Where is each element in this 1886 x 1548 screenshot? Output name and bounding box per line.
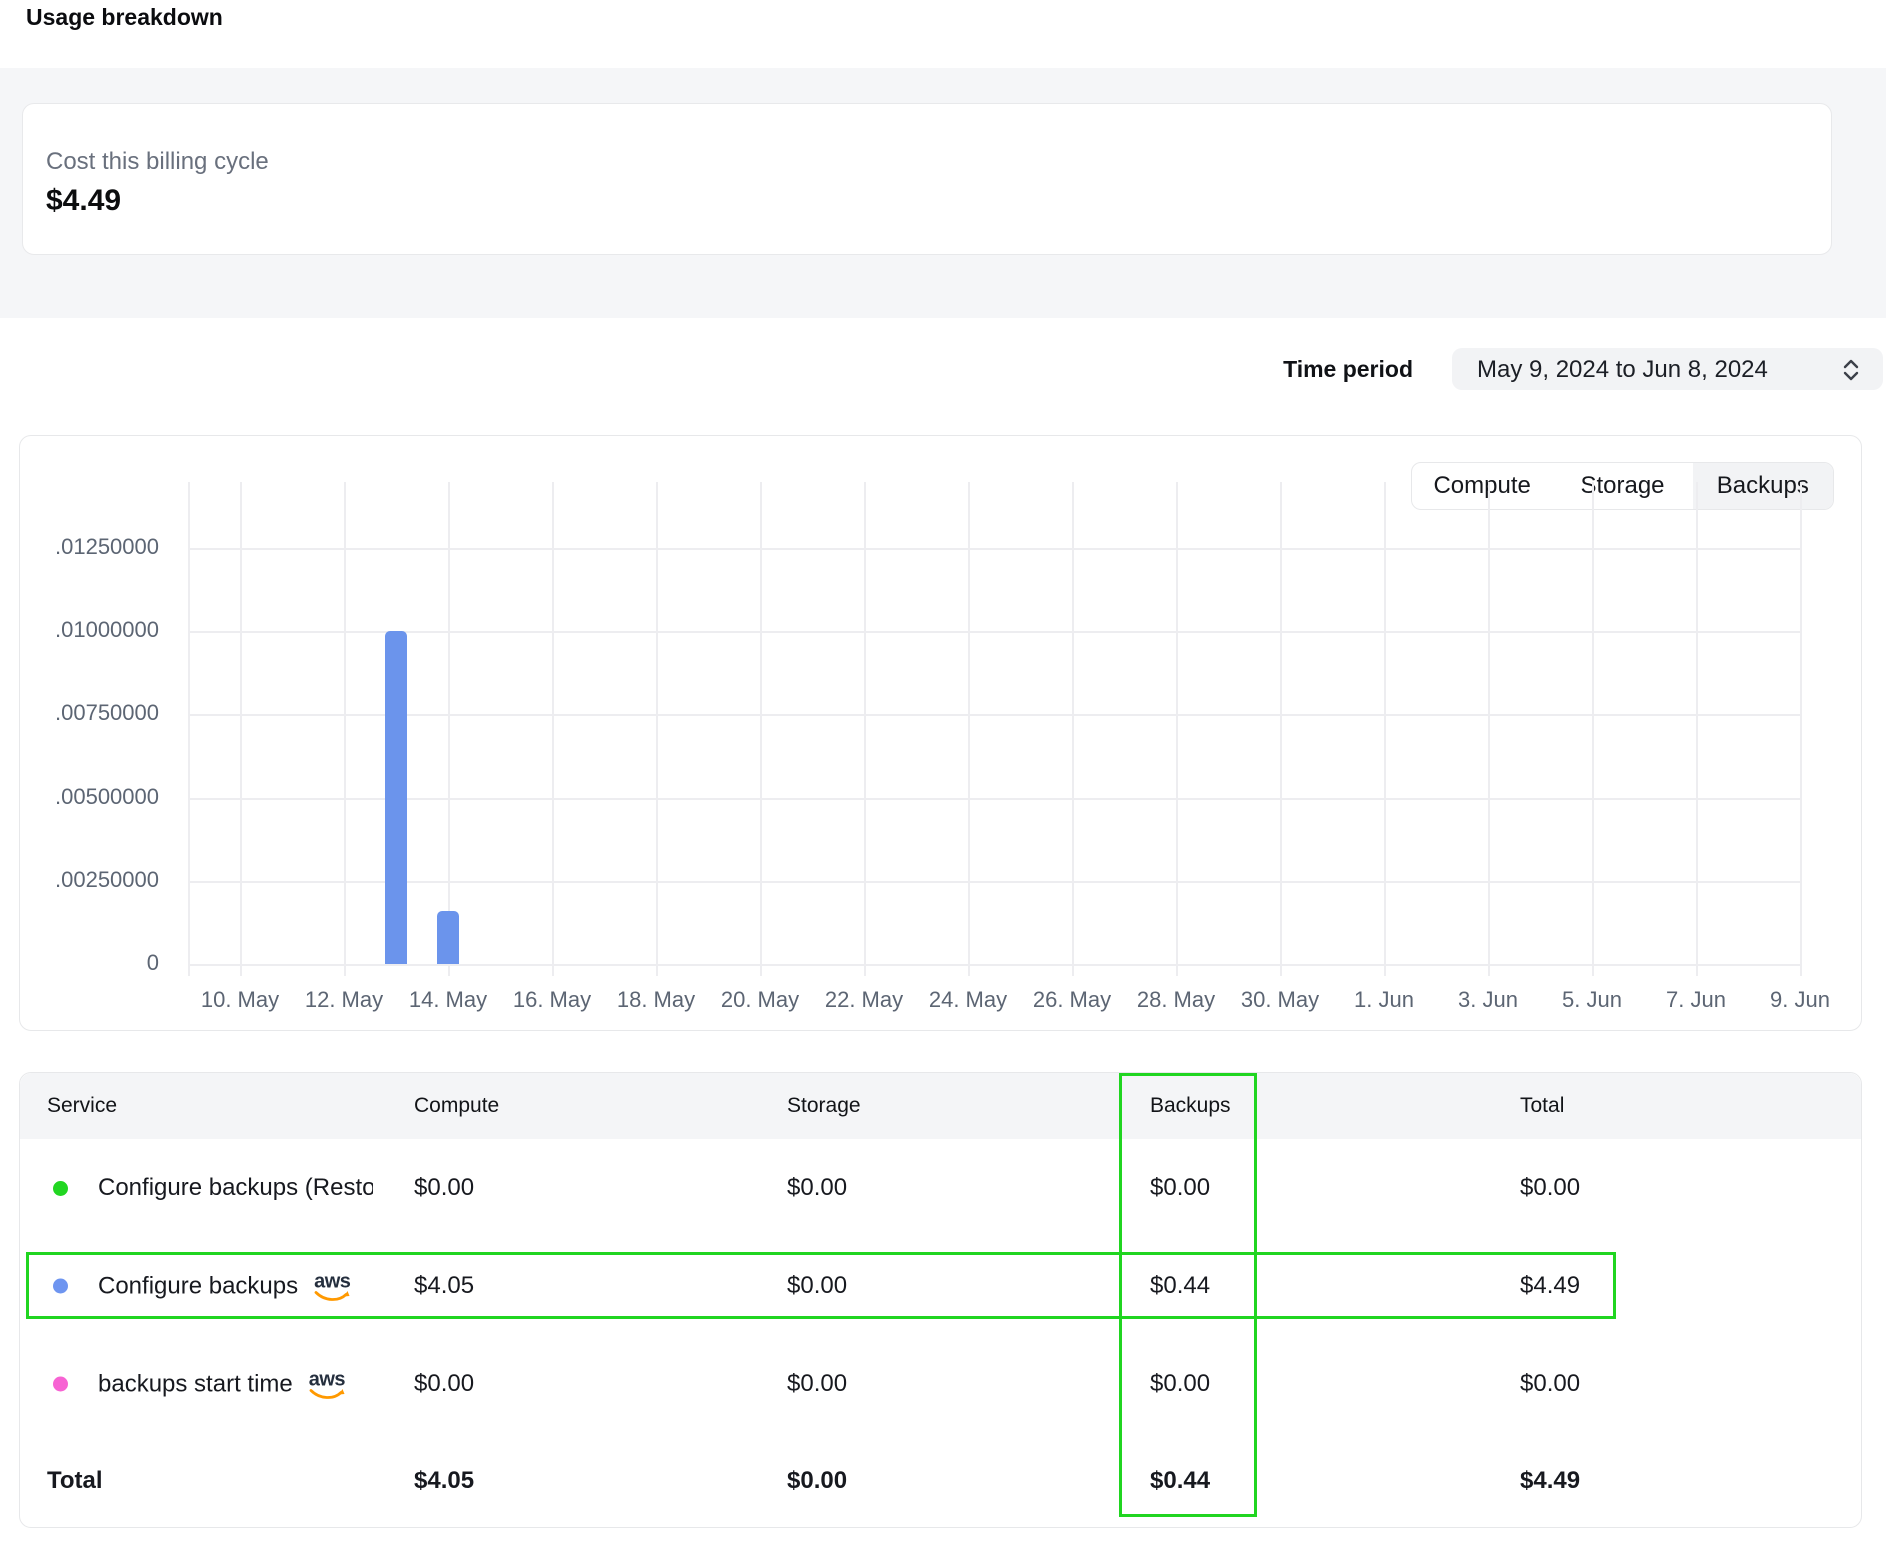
x-axis-tick-label: 30. May — [1220, 987, 1340, 1013]
gridline — [188, 714, 1800, 716]
x-axis-tick-label: 18. May — [596, 987, 716, 1013]
cell-storage: $0.00 — [787, 1272, 847, 1300]
x-axis-tick-label: 20. May — [700, 987, 820, 1013]
chevron-up-down-icon — [1841, 358, 1861, 387]
tab-storage[interactable]: Storage — [1552, 463, 1692, 509]
aws-logo-icon: aws — [314, 1273, 350, 1304]
tab-compute[interactable]: Compute — [1412, 463, 1552, 509]
gridline — [760, 482, 762, 976]
gridline — [188, 548, 1800, 550]
gridline — [188, 631, 1800, 633]
x-axis-tick-label: 22. May — [804, 987, 924, 1013]
x-axis-tick-label: 10. May — [180, 987, 300, 1013]
x-axis-tick-label: 12. May — [284, 987, 404, 1013]
cell-total: $4.49 — [1520, 1272, 1580, 1300]
y-axis-tick-label: .01000000 — [20, 617, 159, 643]
gridline — [188, 482, 190, 976]
cell-storage: $0.00 — [787, 1370, 847, 1398]
usage-bar-13-may[interactable] — [385, 631, 407, 964]
total-cell-compute: $4.05 — [414, 1467, 474, 1495]
x-axis-tick-label: 3. Jun — [1428, 987, 1548, 1013]
gridline — [1072, 482, 1074, 976]
table-row: Configure backups aws $4.05 $0.00 $0.44 … — [20, 1237, 1861, 1335]
summary-band: Cost this billing cycle $4.49 — [0, 68, 1886, 318]
x-axis-tick-label: 5. Jun — [1532, 987, 1652, 1013]
service-name: Configure backups — [98, 1272, 298, 1300]
column-header-compute: Compute — [414, 1094, 499, 1118]
aws-logo-icon: aws — [309, 1371, 345, 1402]
gridline — [864, 482, 866, 976]
chart-metric-tabs: Compute Storage Backups — [1411, 462, 1834, 510]
column-header-backups: Backups — [1150, 1094, 1231, 1118]
gridline — [188, 881, 1800, 883]
time-period-select[interactable]: May 9, 2024 to Jun 8, 2024 — [1452, 348, 1883, 390]
column-header-total: Total — [1520, 1094, 1564, 1118]
gridline — [344, 482, 346, 976]
gridline — [656, 482, 658, 976]
cell-total: $0.00 — [1520, 1174, 1580, 1202]
cell-compute: $0.00 — [414, 1370, 474, 1398]
x-axis-tick-label: 24. May — [908, 987, 1028, 1013]
gridline — [448, 482, 450, 976]
usage-table-panel: Service Compute Storage Backups Total Co… — [19, 1072, 1862, 1528]
usage-chart-panel: Compute Storage Backups 0 .00250000 .00500… — [19, 435, 1862, 1031]
x-axis-tick-label: 16. May — [492, 987, 612, 1013]
time-period-label: Time period — [1283, 356, 1413, 383]
y-axis-tick-label: 0 — [20, 950, 159, 976]
table-header-row: Service Compute Storage Backups Total — [20, 1073, 1861, 1139]
cell-storage: $0.00 — [787, 1174, 847, 1202]
x-axis-tick-label: 28. May — [1116, 987, 1236, 1013]
gridline — [552, 482, 554, 976]
time-period-row: Time period May 9, 2024 to Jun 8, 2024 — [0, 348, 1886, 390]
cell-backups: $0.44 — [1150, 1272, 1210, 1300]
time-period-value: May 9, 2024 to Jun 8, 2024 — [1477, 356, 1768, 384]
table-row: backups start time aws $0.00 $0.00 $0.00… — [20, 1335, 1861, 1433]
x-axis-tick-label: 1. Jun — [1324, 987, 1444, 1013]
total-cell-backups: $0.44 — [1150, 1467, 1210, 1495]
column-header-storage: Storage — [787, 1094, 861, 1118]
gridline — [1592, 482, 1594, 976]
gridline — [968, 482, 970, 976]
gridline — [1696, 482, 1698, 976]
gridline — [240, 482, 242, 976]
gridline — [1800, 482, 1802, 976]
cost-card-label: Cost this billing cycle — [46, 148, 269, 176]
x-axis-tick-label: 7. Jun — [1636, 987, 1756, 1013]
x-axis-tick-label: 14. May — [388, 987, 508, 1013]
cell-compute: $0.00 — [414, 1174, 474, 1202]
column-header-service: Service — [47, 1094, 117, 1118]
series-dot — [53, 1279, 68, 1294]
usage-breakdown-page: Usage breakdown Cost this billing cycle … — [0, 0, 1886, 1548]
gridline — [1280, 482, 1282, 976]
page-title: Usage breakdown — [26, 4, 223, 31]
cost-card-amount: $4.49 — [46, 184, 121, 218]
total-row-label: Total — [47, 1467, 103, 1495]
gridline — [1176, 482, 1178, 976]
gridline — [188, 964, 1800, 966]
cell-compute: $4.05 — [414, 1272, 474, 1300]
x-axis-tick-label: 26. May — [1012, 987, 1132, 1013]
table-row: Configure backups (Resto $0.00 $0.00 $0.… — [20, 1139, 1861, 1237]
series-dot — [53, 1377, 68, 1392]
service-name: backups start time — [98, 1370, 293, 1398]
y-axis-tick-label: .00750000 — [20, 700, 159, 726]
gridline — [1488, 482, 1490, 976]
cell-backups: $0.00 — [1150, 1174, 1210, 1202]
gridline — [1384, 482, 1386, 976]
cell-backups: $0.00 — [1150, 1370, 1210, 1398]
y-axis-tick-label: .00500000 — [20, 784, 159, 810]
gridline — [188, 798, 1800, 800]
tab-backups[interactable]: Backups — [1693, 463, 1833, 509]
total-cell-storage: $0.00 — [787, 1467, 847, 1495]
total-cell-total: $4.49 — [1520, 1467, 1580, 1495]
x-axis-tick-label: 9. Jun — [1740, 987, 1860, 1013]
service-name: Configure backups (Resto — [98, 1174, 373, 1202]
y-axis-tick-label: .01250000 — [20, 534, 159, 560]
cell-total: $0.00 — [1520, 1370, 1580, 1398]
usage-bar-14-may[interactable] — [437, 911, 459, 964]
series-dot — [53, 1181, 68, 1196]
cost-card: Cost this billing cycle $4.49 — [22, 103, 1832, 255]
table-total-row: Total $4.05 $0.00 $0.44 $4.49 — [20, 1433, 1861, 1529]
y-axis-tick-label: .00250000 — [20, 867, 159, 893]
